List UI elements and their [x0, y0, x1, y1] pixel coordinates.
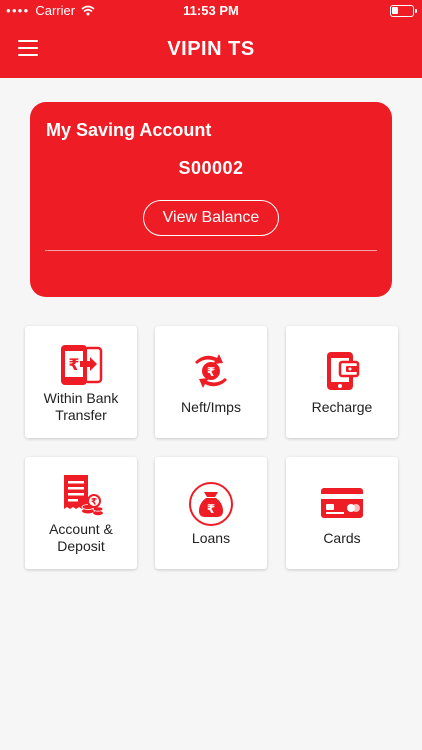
status-bar: ●●●● Carrier 11:53 PM	[0, 0, 422, 22]
tile-label: Account & Deposit	[49, 521, 113, 554]
tile-label: Cards	[323, 530, 361, 546]
svg-text:₹: ₹	[207, 365, 215, 379]
page-title: VIPIN TS	[167, 38, 255, 60]
rupee-exchange-icon: ₹	[195, 354, 227, 388]
tile-loans[interactable]: ₹ Loans	[155, 457, 267, 569]
tile-account-deposit[interactable]: ₹ Account & Deposit	[25, 457, 137, 569]
account-card: My Saving Account S00002 View Balance	[30, 102, 392, 297]
account-number: S00002	[178, 158, 244, 178]
mobile-wallet-icon	[327, 352, 360, 390]
tile-label: Recharge	[311, 399, 373, 415]
tile-within-bank-transfer[interactable]: ₹ Within Bank Transfer	[25, 326, 137, 438]
app-header: VIPIN TS	[0, 22, 422, 78]
view-balance-button[interactable]: View Balance	[143, 200, 279, 236]
status-time: 11:53 PM	[183, 3, 239, 18]
tile-label: Neft/Imps	[181, 399, 241, 415]
account-title: My Saving Account	[46, 120, 212, 140]
battery-icon	[390, 5, 417, 17]
tile-label: Within Bank Transfer	[43, 390, 119, 423]
card-divider	[45, 250, 377, 251]
credit-card-icon	[321, 488, 363, 518]
svg-text:₹: ₹	[207, 502, 215, 516]
tile-neft-imps[interactable]: ₹ Neft/Imps	[155, 326, 267, 438]
receipt-coins-icon: ₹	[64, 475, 104, 516]
tile-recharge[interactable]: Recharge	[286, 326, 398, 438]
rupee-bag-icon: ₹	[189, 482, 233, 526]
svg-text:₹: ₹	[68, 355, 79, 374]
mobile-transfer-icon: ₹	[61, 345, 103, 385]
tile-cards[interactable]: Cards	[286, 457, 398, 569]
svg-text:₹: ₹	[91, 498, 97, 508]
tile-label: Loans	[191, 530, 231, 546]
